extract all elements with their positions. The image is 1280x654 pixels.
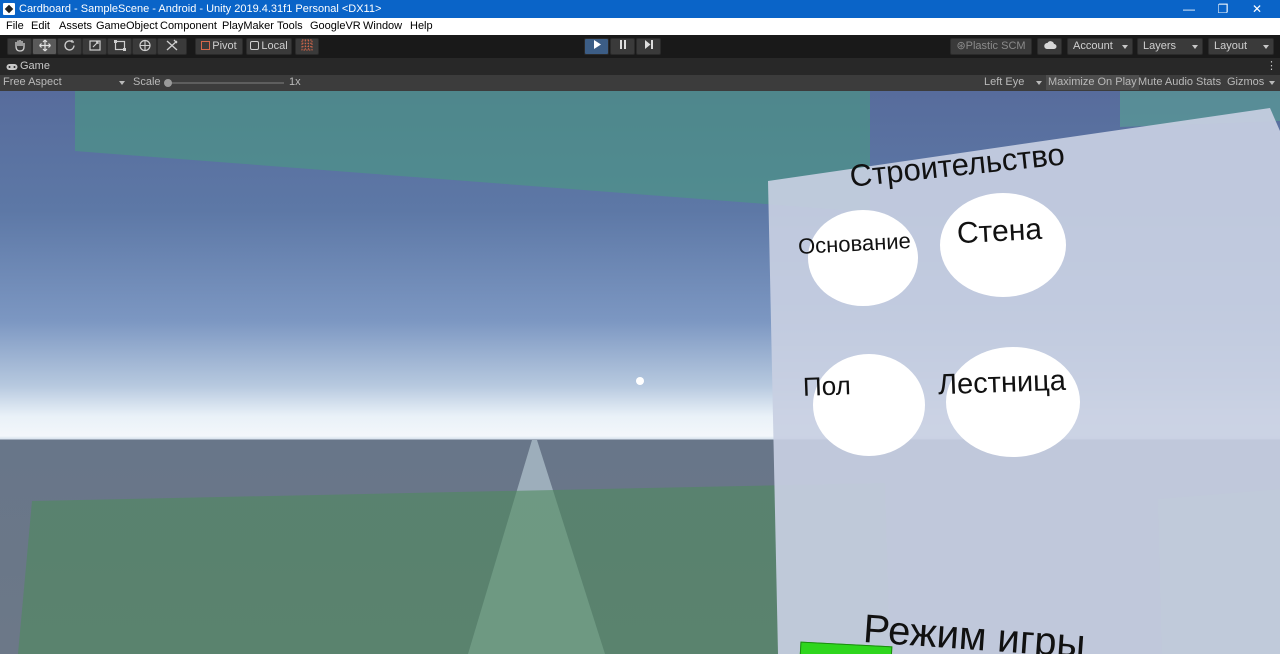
close-button[interactable]: ✕ bbox=[1240, 0, 1274, 18]
step-button[interactable] bbox=[636, 38, 661, 55]
wall-button-label: Стена bbox=[956, 212, 1043, 251]
move-icon bbox=[38, 39, 51, 52]
gizmos-label: Gizmos bbox=[1227, 76, 1265, 88]
menu-gameobject[interactable]: GameObject bbox=[96, 20, 158, 32]
scale-label: Scale bbox=[133, 76, 161, 88]
play-icon bbox=[593, 40, 601, 49]
gizmos-dropdown[interactable]: Gizmos bbox=[1227, 76, 1277, 90]
play-button[interactable] bbox=[584, 38, 609, 55]
game-view[interactable]: Строительство Основание Стена Пол Лестни… bbox=[0, 91, 1280, 654]
menu-edit[interactable]: Edit bbox=[31, 20, 50, 32]
game-tab-bar: Game ⋮ bbox=[0, 58, 1280, 75]
layout-label: Layout bbox=[1214, 40, 1248, 52]
account-dropdown[interactable]: Account bbox=[1067, 38, 1133, 55]
local-label: Local bbox=[261, 40, 288, 52]
tab-game-label: Game bbox=[20, 60, 50, 72]
menu-window[interactable]: Window bbox=[363, 20, 402, 32]
transform-tool-button[interactable] bbox=[132, 38, 157, 55]
menu-playmaker[interactable]: PlayMaker bbox=[222, 20, 274, 32]
hand-icon bbox=[14, 40, 25, 52]
stairs-button-label: Лестница bbox=[937, 364, 1067, 402]
local-toggle[interactable]: Local bbox=[246, 38, 292, 55]
hand-tool-button[interactable] bbox=[7, 38, 32, 55]
maximize-on-play-toggle[interactable]: Maximize On Play bbox=[1046, 75, 1139, 90]
cloud-icon bbox=[1043, 41, 1056, 49]
local-icon bbox=[250, 41, 260, 50]
step-icon bbox=[644, 40, 653, 49]
tools-icon bbox=[166, 39, 178, 51]
layout-dropdown[interactable]: Layout bbox=[1208, 38, 1274, 55]
menu-assets[interactable]: Assets bbox=[59, 20, 92, 32]
menu-bar: File Edit Assets GameObject Component Pl… bbox=[0, 18, 1280, 35]
rect-icon bbox=[113, 40, 126, 51]
rect-tool-button[interactable] bbox=[107, 38, 132, 55]
custom-tool-button[interactable] bbox=[157, 38, 187, 55]
grid-snap-button[interactable] bbox=[295, 38, 319, 55]
rotate-tool-button[interactable] bbox=[57, 38, 82, 55]
game-view-toolbar: Free Aspect Scale 1x Left Eye Maximize O… bbox=[0, 75, 1280, 91]
pivot-label: Pivot bbox=[212, 40, 237, 52]
scale-tool-button[interactable] bbox=[82, 38, 107, 55]
rotate-icon bbox=[63, 40, 75, 51]
aspect-dropdown[interactable]: Free Aspect bbox=[3, 76, 127, 90]
layers-dropdown[interactable]: Layers bbox=[1137, 38, 1203, 55]
main-toolbar: Pivot Local ⊛Plastic SCM Account Layers … bbox=[0, 35, 1280, 58]
eye-dropdown[interactable]: Left Eye bbox=[984, 76, 1044, 90]
floor-button[interactable] bbox=[813, 354, 925, 456]
pause-icon bbox=[619, 40, 626, 49]
menu-help[interactable]: Help bbox=[410, 20, 433, 32]
menu-googlevr[interactable]: GoogleVR bbox=[310, 20, 361, 32]
more-options-icon[interactable]: ⋮ bbox=[1266, 59, 1277, 72]
floor-button-label: Пол bbox=[802, 370, 852, 402]
account-label: Account bbox=[1073, 40, 1113, 52]
tab-game[interactable]: Game bbox=[0, 58, 52, 75]
layers-label: Layers bbox=[1143, 40, 1177, 52]
chevron-down-icon bbox=[119, 81, 125, 85]
mute-audio-toggle[interactable]: Mute Audio bbox=[1138, 76, 1193, 88]
eye-label: Left Eye bbox=[984, 76, 1025, 88]
plastic-scm-label: Plastic SCM bbox=[965, 40, 1026, 52]
stats-toggle[interactable]: Stats bbox=[1196, 76, 1221, 88]
build-panel bbox=[768, 108, 1280, 654]
maximize-button[interactable]: ❐ bbox=[1206, 0, 1240, 18]
menu-tools[interactable]: Tools bbox=[277, 20, 303, 32]
stairs-button[interactable] bbox=[946, 347, 1080, 457]
chevron-down-icon bbox=[1036, 81, 1042, 85]
chevron-down-icon bbox=[1269, 81, 1275, 85]
gaze-reticle-icon bbox=[636, 377, 644, 385]
gamepad-icon bbox=[6, 64, 18, 70]
scale-value: 1x bbox=[289, 76, 301, 88]
grid-snap-icon bbox=[301, 39, 313, 51]
pause-button[interactable] bbox=[610, 38, 635, 55]
window-title-bar: Cardboard - SampleScene - Android - Unit… bbox=[0, 0, 1280, 18]
chevron-down-icon bbox=[1263, 45, 1269, 49]
minimize-button[interactable]: — bbox=[1172, 0, 1206, 18]
pivot-icon bbox=[201, 41, 211, 50]
scale-slider-track[interactable] bbox=[167, 82, 284, 84]
move-tool-button[interactable] bbox=[32, 38, 57, 55]
transform-icon bbox=[138, 39, 151, 52]
pivot-toggle[interactable]: Pivot bbox=[195, 38, 243, 55]
plastic-scm-button[interactable]: ⊛Plastic SCM bbox=[950, 38, 1032, 55]
unity-logo-icon bbox=[3, 3, 15, 15]
scale-slider-thumb[interactable] bbox=[164, 79, 172, 87]
window-title: Cardboard - SampleScene - Android - Unit… bbox=[19, 3, 382, 15]
chevron-down-icon bbox=[1192, 45, 1198, 49]
aspect-label: Free Aspect bbox=[3, 76, 62, 88]
chevron-down-icon bbox=[1122, 45, 1128, 49]
cloud-button[interactable] bbox=[1037, 38, 1062, 55]
plastic-scm-icon: ⊛ bbox=[956, 40, 966, 52]
menu-file[interactable]: File bbox=[6, 20, 24, 32]
scale-icon bbox=[88, 40, 101, 51]
menu-component[interactable]: Component bbox=[160, 20, 217, 32]
